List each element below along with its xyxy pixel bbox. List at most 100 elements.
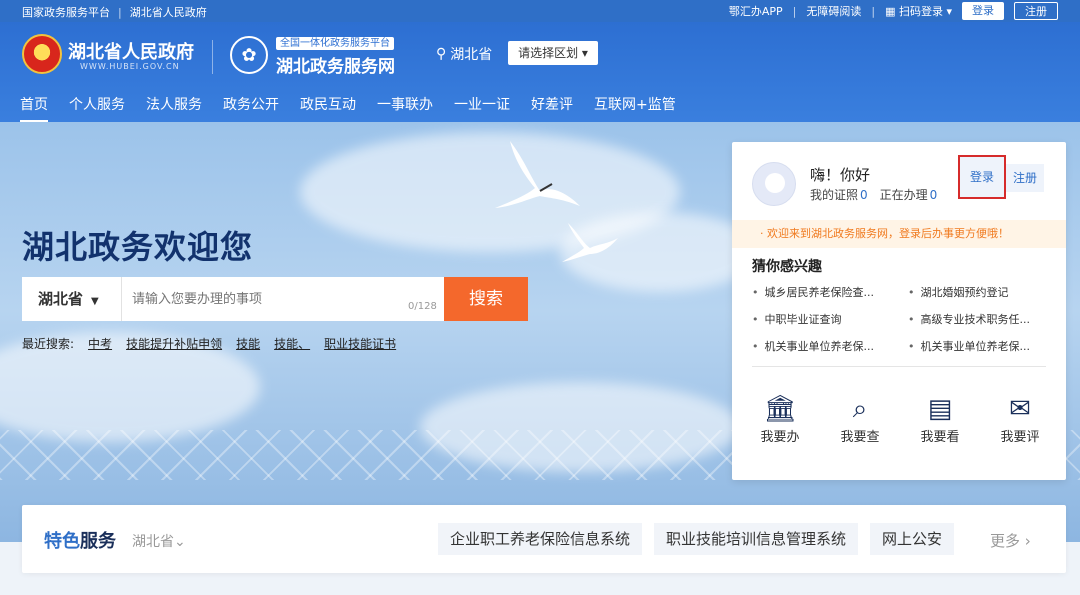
chevron-right-icon: › (1024, 532, 1031, 550)
welcome-title: 湖北政务欢迎您 (22, 228, 254, 266)
doing-count: 0 (929, 188, 938, 202)
feature-link[interactable]: 网上公安 (870, 523, 955, 555)
recent-label: 最近搜索: (22, 337, 75, 351)
feature-province-label: 湖北省 (132, 534, 174, 550)
feature-link[interactable]: 企业职工养老保险信息系统 (438, 523, 643, 555)
panel-divider (752, 366, 1046, 367)
guess-item[interactable]: 机关事业单位养老保... (908, 338, 1048, 354)
service-tag: 全国一体化政务服务平台 (276, 37, 394, 50)
action-handle[interactable]: 🏛 我要办 (750, 394, 810, 445)
doing-label: 正在办理 (879, 188, 928, 202)
doc-view-icon: ▤ (927, 394, 953, 424)
guess-title: 猜你感兴趣 (752, 259, 822, 275)
recent-search-item[interactable]: 职业技能证书 (324, 335, 396, 352)
feature-services: 特色服务 湖北省⌄ 企业职工养老保险信息系统 职业技能培训信息管理系统 网上公安… (22, 505, 1066, 573)
service-name[interactable]: 湖北政务服务网 (276, 52, 395, 77)
action-label: 我要看 (920, 430, 960, 445)
scan-login-label: 扫码登录 (898, 5, 943, 18)
separator: | (118, 5, 122, 19)
nav-public-affairs[interactable]: 政务公开 (223, 94, 279, 123)
action-rate[interactable]: ✉ 我要评 (990, 394, 1050, 445)
recent-search-item[interactable]: 中考 (88, 335, 112, 352)
national-emblem-icon (22, 34, 62, 74)
cert-count: 0 (860, 188, 868, 202)
top-register-button[interactable]: 注册 (1014, 2, 1058, 20)
more-link[interactable]: 更多 › (990, 530, 1031, 551)
region-select[interactable]: 请选择区划 ▾ (508, 41, 598, 65)
search-char-count: 0/128 (408, 301, 437, 312)
search-province-label: 湖北省 (38, 290, 84, 308)
header: 湖北省人民政府 WWW.HUBEI.GOV.CN ✿ 全国一体化政务服务平台 湖… (0, 22, 1080, 123)
nav-rating[interactable]: 好差评 (531, 94, 573, 123)
gov-name[interactable]: 湖北省人民政府 (68, 38, 194, 64)
in-progress[interactable]: 正在办理 0 (880, 186, 938, 203)
caret-down-icon: ▾ (946, 5, 952, 18)
greeting: 嗨！你好 (810, 166, 871, 184)
guess-item[interactable]: 高级专业技术职务任... (908, 311, 1048, 327)
gov-url: WWW.HUBEI.GOV.CN (80, 62, 180, 71)
avatar (752, 162, 796, 206)
caret-down-icon: ▾ (581, 46, 588, 60)
search-province-select[interactable]: 湖北省 ▼ (22, 277, 122, 321)
feature-title-a: 特色 (44, 531, 80, 552)
guess-list: 城乡居民养老保险查... 湖北婚姻预约登记 中职毕业证查询 高级专业技术职务任.… (752, 284, 1048, 354)
nav-home[interactable]: 首页 (20, 94, 48, 123)
search-button[interactable]: 搜索 (444, 277, 528, 321)
guess-item[interactable]: 机关事业单位养老保... (752, 338, 908, 354)
feature-link[interactable]: 职业技能培训信息管理系统 (654, 523, 859, 555)
feature-title: 特色服务 (44, 527, 116, 553)
crane-icon (495, 141, 580, 208)
bank-icon: 🏛 (763, 394, 797, 424)
my-certificates[interactable]: 我的证照 0 (810, 186, 868, 203)
caret-down-icon: ▼ (91, 296, 99, 307)
service-logo-icon: ✿ (230, 36, 268, 74)
action-label: 我要评 (1000, 430, 1040, 445)
provincial-gov-link[interactable]: 湖北省人民政府 (130, 4, 207, 20)
scan-login-link[interactable]: ▦ 扫码登录 ▾ (885, 3, 952, 19)
location: ⚲ 湖北省 (436, 44, 492, 64)
nav-one-license[interactable]: 一业一证 (454, 94, 510, 123)
user-stats: 我的证照 0 正在办理 0 (810, 186, 937, 203)
main-nav: 首页 个人服务 法人服务 政务公开 政民互动 一事联办 一业一证 好差评 互联网… (20, 94, 676, 123)
more-label: 更多 (990, 532, 1021, 550)
top-login-button[interactable]: 登录 (962, 2, 1004, 20)
national-platform-link[interactable]: 国家政务服务平台 (22, 4, 110, 20)
login-button[interactable]: 登录 (958, 155, 1006, 199)
guess-item[interactable]: 湖北婚姻预约登记 (908, 284, 1048, 300)
feature-province-select[interactable]: 湖北省⌄ (132, 531, 186, 551)
action-query[interactable]: ⌕ 我要查 (830, 394, 890, 445)
welcome-notice: · 欢迎来到湖北政务服务网，登录后办事更方便哦！ (732, 220, 1066, 248)
feature-title-b: 服务 (80, 531, 116, 552)
quick-actions: 🏛 我要办 ⌕ 我要查 ▤ 我要看 ✉ 我要评 (750, 394, 1050, 445)
cert-label: 我的证照 (810, 188, 859, 202)
separator: | (792, 4, 797, 18)
nav-one-thing[interactable]: 一事联办 (377, 94, 433, 123)
location-pin-icon: ⚲ (436, 46, 447, 62)
nav-supervision[interactable]: 互联网+监管 (594, 94, 676, 123)
search-doc-icon: ⌕ (852, 394, 868, 424)
search-input[interactable] (132, 285, 432, 313)
guess-item[interactable]: 城乡居民养老保险查... (752, 284, 908, 300)
action-label: 我要查 (840, 430, 880, 445)
recent-search-item[interactable]: 技能、 (274, 335, 310, 352)
separator: | (871, 4, 876, 18)
app-link[interactable]: 鄂汇办APP (729, 3, 783, 19)
register-button[interactable]: 注册 (1006, 164, 1044, 192)
action-view[interactable]: ▤ 我要看 (910, 394, 970, 445)
nav-interaction[interactable]: 政民互动 (300, 94, 356, 123)
header-divider (212, 40, 213, 74)
location-label: 湖北省 (450, 47, 493, 63)
comment-icon: ✉ (1009, 394, 1031, 424)
recent-search-item[interactable]: 技能 (236, 335, 260, 352)
guess-item[interactable]: 中职毕业证查询 (752, 311, 908, 327)
top-bar: 国家政务服务平台 | 湖北省人民政府 鄂汇办APP | 无障碍阅读 | ▦ 扫码… (0, 0, 1080, 22)
nav-legal[interactable]: 法人服务 (146, 94, 202, 123)
accessibility-link[interactable]: 无障碍阅读 (806, 3, 861, 19)
chevron-down-icon: ⌄ (174, 534, 186, 550)
qr-icon: ▦ (885, 5, 896, 18)
nav-personal[interactable]: 个人服务 (69, 94, 125, 123)
recent-search-item[interactable]: 技能提升补贴申领 (126, 335, 222, 352)
recent-searches: 最近搜索: 中考 技能提升补贴申领 技能 技能、 职业技能证书 (22, 335, 396, 352)
feature-links: 企业职工养老保险信息系统 职业技能培训信息管理系统 网上公安 (438, 523, 955, 555)
search-box: 湖北省 ▼ 0/128 搜索 (22, 277, 528, 321)
